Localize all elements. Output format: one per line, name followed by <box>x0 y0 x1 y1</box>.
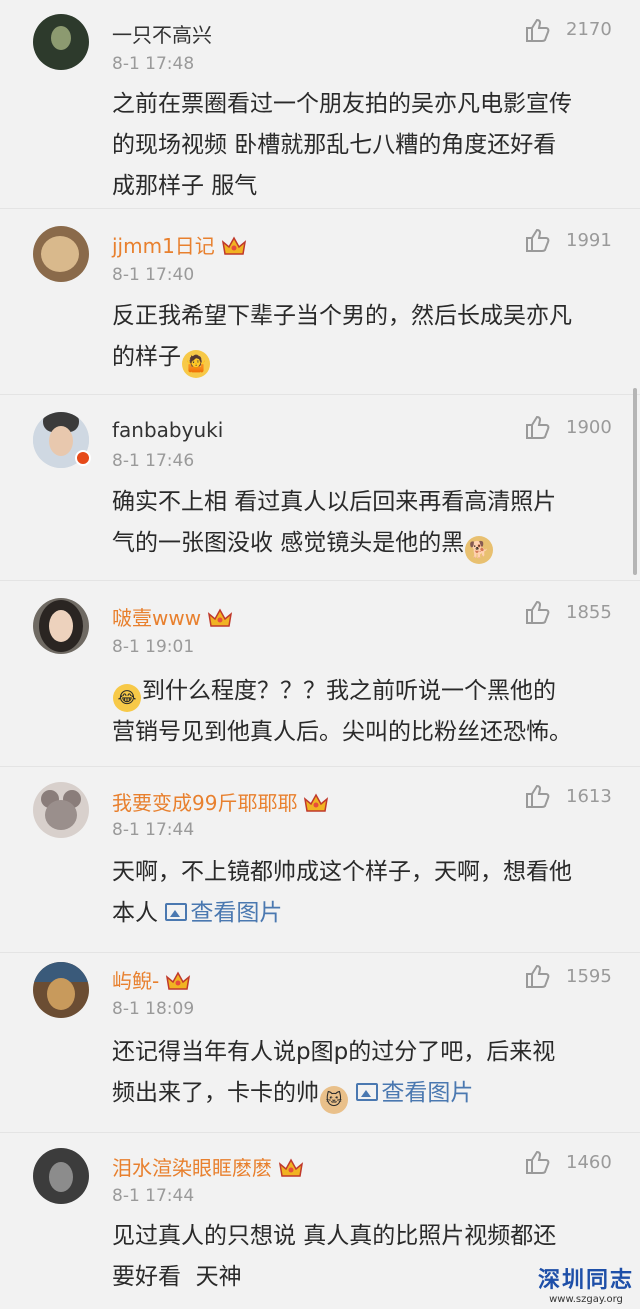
like-count: 1991 <box>566 230 612 251</box>
verified-badge-icon <box>75 450 91 466</box>
watermark-url: www.szgay.org <box>549 1294 623 1305</box>
shrug-emoji-icon: 🤷 <box>182 350 210 378</box>
comment-item: 一只不高兴 8-1 17:48 2170 之前在票圈看过一个朋友拍的吴亦凡电影宣… <box>0 0 640 209</box>
comment-line: 😂 到什么程度？？？我之前听说一个黑他的 <box>112 671 622 712</box>
comment-time: 8-1 17:44 <box>112 1186 195 1206</box>
comment-line: 营销号见到他真人后。尖叫的比粉丝还恐怖。 <box>112 719 572 745</box>
comment-line: 本人 查看图片 <box>112 900 283 926</box>
crown-icon <box>221 236 246 255</box>
avatar[interactable] <box>33 14 89 70</box>
thumbs-up-icon[interactable] <box>524 16 552 44</box>
comment-username[interactable]: 屿鲵- <box>112 965 191 994</box>
watermark-title: 深圳同志 <box>537 1267 634 1293</box>
thumbs-up-icon[interactable] <box>524 413 552 441</box>
like-count: 1460 <box>566 1152 612 1173</box>
crying-laugh-emoji-icon: 😂 <box>113 684 141 712</box>
crown-icon <box>208 608 233 627</box>
crown-icon <box>304 793 329 812</box>
scrollbar[interactable] <box>633 388 637 575</box>
comment-line: 成那样子 服气 <box>112 173 258 199</box>
comment-item: 屿鲵- 8-1 18:09 1595 还记得当年有人说p图p的过分了吧，后来视 … <box>0 952 640 1133</box>
like-count: 2170 <box>566 19 612 40</box>
picture-icon <box>356 1083 379 1101</box>
comment-line: 的现场视频 卧槽就那乱七八糟的角度还好看 <box>112 132 557 158</box>
avatar[interactable] <box>33 412 91 468</box>
view-picture-link[interactable]: 查看图片 <box>356 1080 473 1106</box>
comment-username[interactable]: fanbabyuki <box>112 418 223 442</box>
crown-icon <box>166 971 191 990</box>
comment-line: 之前在票圈看过一个朋友拍的吴亦凡电影宣传 <box>112 91 572 117</box>
thumbs-up-icon[interactable] <box>524 226 552 254</box>
comment-time: 8-1 19:01 <box>112 637 195 657</box>
avatar[interactable] <box>33 226 89 282</box>
comment-item: jjmm1日记 8-1 17:40 1991 反正我希望下辈子当个男的，然后长成… <box>0 208 640 395</box>
thumbs-up-icon[interactable] <box>524 962 552 990</box>
thumbs-up-icon[interactable] <box>524 598 552 626</box>
comment-username[interactable]: 我要变成99斤耶耶耶 <box>112 787 329 816</box>
comment-line: 确实不上相 看过真人以后回来再看高清照片 <box>112 489 557 515</box>
username-text[interactable]: 泪水渲染眼眶麽麽 <box>112 1156 272 1180</box>
picture-icon <box>165 903 188 921</box>
comment-line: 反正我希望下辈子当个男的，然后长成吴亦凡 <box>112 303 572 329</box>
comment-line: 的样子 🤷 <box>112 337 622 378</box>
username-text[interactable]: 屿鲵- <box>112 969 159 993</box>
crown-icon <box>278 1158 304 1177</box>
comment-username[interactable]: 一只不高兴 <box>112 19 212 48</box>
avatar[interactable] <box>33 782 89 838</box>
comment-text: 确实不上相 看过真人以后回来再看高清照片 气的一张图没收 感觉镜头是他的黑 🐕 <box>112 482 622 564</box>
like-count: 1855 <box>566 602 612 623</box>
cat-emoji-icon: 🐱 <box>320 1086 348 1114</box>
comment-username[interactable]: jjmm1日记 <box>112 230 247 259</box>
comment-username[interactable]: 泪水渲染眼眶麽麽 <box>112 1152 304 1181</box>
avatar[interactable] <box>33 598 89 654</box>
comment-time: 8-1 17:46 <box>112 451 195 471</box>
avatar[interactable] <box>33 1148 89 1204</box>
watermark: 深圳同志 www.szgay.org <box>536 1262 636 1305</box>
comment-line: 频出来了，卡卡的帅 🐱 查看图片 <box>112 1073 622 1114</box>
avatar[interactable] <box>33 962 89 1018</box>
comment-item: 啵壹www 8-1 19:01 1855 😂 到什么程度？？？我之前听说一个黑他的… <box>0 580 640 767</box>
comment-text: 还记得当年有人说p图p的过分了吧，后来视 频出来了，卡卡的帅 🐱 查看图片 <box>112 1032 622 1114</box>
comment-line: 天啊，不上镜都帅成这个样子，天啊，想看他 <box>112 859 572 885</box>
username-text[interactable]: 我要变成99斤耶耶耶 <box>112 791 297 815</box>
comment-time: 8-1 17:40 <box>112 265 195 285</box>
comment-line: 见过真人的只想说 真人真的比照片视频都还 <box>112 1223 557 1249</box>
comment-text: 之前在票圈看过一个朋友拍的吴亦凡电影宣传 的现场视频 卧槽就那乱七八糟的角度还好… <box>112 84 622 207</box>
comment-time: 8-1 17:48 <box>112 54 195 74</box>
like-count: 1613 <box>566 786 612 807</box>
comment-text: 天啊，不上镜都帅成这个样子，天啊，想看他 本人 查看图片 <box>112 852 622 934</box>
comment-text: 反正我希望下辈子当个男的，然后长成吴亦凡 的样子 🤷 <box>112 296 622 378</box>
comment-line: 还记得当年有人说p图p的过分了吧，后来视 <box>112 1039 556 1065</box>
username-text[interactable]: 啵壹www <box>112 606 201 630</box>
comment-item: fanbabyuki 8-1 17:46 1900 确实不上相 看过真人以后回来… <box>0 394 640 581</box>
comment-item: 我要变成99斤耶耶耶 8-1 17:44 1613 天啊，不上镜都帅成这个样子，… <box>0 766 640 953</box>
comment-time: 8-1 18:09 <box>112 999 195 1019</box>
comment-time: 8-1 17:44 <box>112 820 195 840</box>
thumbs-up-icon[interactable] <box>524 1148 552 1176</box>
view-picture-link[interactable]: 查看图片 <box>165 900 282 926</box>
comment-line: 气的一张图没收 感觉镜头是他的黑 🐕 <box>112 523 622 564</box>
like-count: 1900 <box>566 417 612 438</box>
comment-text: 😂 到什么程度？？？我之前听说一个黑他的 营销号见到他真人后。尖叫的比粉丝还恐怖。 <box>112 671 622 753</box>
username-text[interactable]: jjmm1日记 <box>112 234 215 258</box>
thumbs-up-icon[interactable] <box>524 782 552 810</box>
comment-username[interactable]: 啵壹www <box>112 602 233 631</box>
like-count: 1595 <box>566 966 612 987</box>
doge-emoji-icon: 🐕 <box>465 536 494 564</box>
